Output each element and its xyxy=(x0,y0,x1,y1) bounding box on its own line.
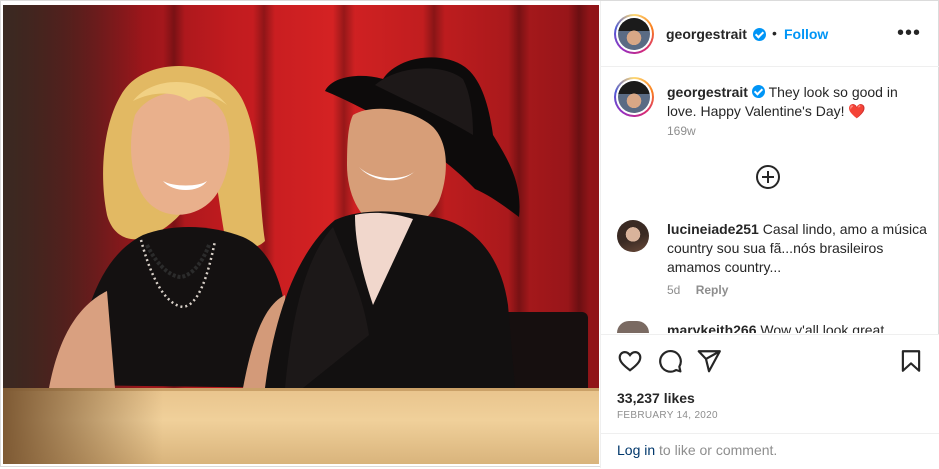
comment: lucineiade251 Casal lindo, amo a música … xyxy=(667,220,929,277)
action-bar: 33,237 likes FEBRUARY 14, 2020 Log in to… xyxy=(601,334,939,468)
heart-icon-glyph xyxy=(618,351,642,372)
reply-button[interactable]: Reply xyxy=(696,283,729,297)
comment-age[interactable]: 5d xyxy=(667,283,680,297)
author-avatar[interactable] xyxy=(614,14,654,54)
comment-username[interactable]: lucineiade251 xyxy=(667,221,759,237)
send-icon[interactable] xyxy=(696,348,722,374)
avatar-image xyxy=(618,81,650,113)
comment-icon[interactable] xyxy=(657,348,683,374)
bookmark-icon-glyph xyxy=(901,350,921,372)
verified-badge-icon xyxy=(753,28,766,41)
separator-dot: • xyxy=(772,25,777,41)
login-link[interactable]: Log in xyxy=(617,442,655,458)
commenter-avatar[interactable] xyxy=(617,220,649,252)
send-icon-glyph xyxy=(697,350,721,373)
avatar-ring-inner xyxy=(616,79,652,115)
avatar-image xyxy=(618,18,650,50)
post-date: FEBRUARY 14, 2020 xyxy=(617,410,718,421)
caption-timestamp[interactable]: 169w xyxy=(667,124,696,138)
post-header: georgestrait • Follow ••• xyxy=(601,1,939,67)
post-side-panel: georgestrait • Follow ••• georgestrait T… xyxy=(600,1,939,468)
comment-meta: 5d Reply xyxy=(667,283,728,297)
more-horizontal-icon[interactable]: ••• xyxy=(897,23,921,43)
railing-shadow xyxy=(3,388,163,464)
verified-badge-icon xyxy=(751,85,765,98)
login-prompt: Log in to like or comment. xyxy=(601,433,939,469)
post-caption: georgestrait They look so good in love. … xyxy=(667,83,927,121)
author-username[interactable]: georgestrait xyxy=(666,26,747,42)
caption-author-avatar[interactable] xyxy=(614,77,654,117)
avatar-ring-inner xyxy=(616,16,652,52)
post-photo[interactable] xyxy=(3,5,599,464)
comment-icon-glyph xyxy=(659,350,682,373)
load-more-comments-icon[interactable] xyxy=(756,165,780,189)
instagram-post: georgestrait • Follow ••• georgestrait T… xyxy=(0,0,939,468)
heart-icon[interactable] xyxy=(617,348,643,374)
heart-emoji-icon: ❤️ xyxy=(848,103,866,119)
login-suffix: to like or comment. xyxy=(655,442,778,458)
bookmark-icon[interactable] xyxy=(898,348,924,374)
commenter-avatar[interactable] xyxy=(617,321,649,333)
comment-text: Wow y'all look great xyxy=(760,322,885,333)
follow-button[interactable]: Follow xyxy=(784,26,828,42)
comment: marykeith266 Wow y'all look great xyxy=(667,321,929,333)
likes-count[interactable]: 33,237 likes xyxy=(617,390,695,406)
comment-username[interactable]: marykeith266 xyxy=(667,322,757,333)
caption-username[interactable]: georgestrait xyxy=(667,84,748,100)
